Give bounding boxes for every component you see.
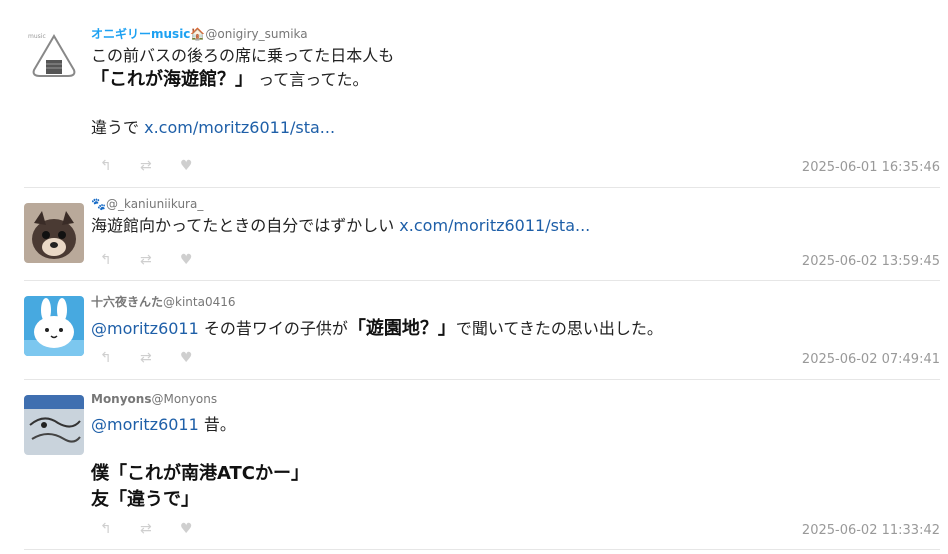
tweet-text-fragment: 海遊館向かってたときの自分ではずかしい xyxy=(91,216,400,235)
divider xyxy=(24,280,940,281)
tweet-text-fragment: 昔。 xyxy=(198,415,236,434)
tweet-header: 十六夜きんた@kinta0416 xyxy=(91,294,940,310)
tweet-actions: ↰ ⇄ ♥ xyxy=(100,252,220,268)
quote-line: 友「違うで」 xyxy=(91,489,199,510)
divider xyxy=(24,379,940,380)
tweet-header: オニギリーmusic🏠@onigiry_sumika xyxy=(91,26,940,42)
heart-icon[interactable]: ♥ xyxy=(180,521,193,537)
retweet-icon[interactable]: ⇄ xyxy=(140,521,152,537)
timestamp[interactable]: 2025-06-02 11:33:42 xyxy=(802,523,940,538)
avatar[interactable] xyxy=(24,395,84,455)
dog-avatar-image xyxy=(24,203,84,263)
avatar[interactable] xyxy=(24,296,84,356)
sketch-avatar-image xyxy=(24,395,84,455)
tweet-actions: ↰ ⇄ ♥ xyxy=(100,521,220,537)
tweet-item: 十六夜きんた@kinta0416 @moritz6011 その昔ワイの子供が「遊… xyxy=(24,294,940,374)
house-badge-icon: 🏠 xyxy=(190,27,206,41)
display-name[interactable]: オニギリーmusic xyxy=(91,27,190,41)
tweet-actions: ↰ ⇄ ♥ xyxy=(100,158,220,174)
tweet-item: Monyons@Monyons @moritz6011 昔。 僕「これが南港AT… xyxy=(24,391,940,546)
tweet-actions: ↰ ⇄ ♥ xyxy=(100,350,220,366)
retweet-icon[interactable]: ⇄ xyxy=(140,252,152,268)
tweet-line: この前バスの後ろの席に乗ってた日本人も xyxy=(91,46,395,65)
user-handle[interactable]: @onigiry_sumika xyxy=(205,27,307,41)
tweet-item: 🐾@_kaniuniikura_ 海遊館向かってたときの自分ではずかしい x.c… xyxy=(24,196,940,274)
tweet-text-fragment: その昔ワイの子供が xyxy=(198,319,348,338)
heart-icon[interactable]: ♥ xyxy=(180,350,193,366)
mention-link[interactable]: @moritz6011 xyxy=(91,415,199,434)
heart-icon[interactable]: ♥ xyxy=(180,158,193,174)
reply-icon[interactable]: ↰ xyxy=(100,158,112,174)
tweet-text: @moritz6011 昔。 僕「これが南港ATCかー」 友「違うで」 xyxy=(91,413,940,513)
tweet-text: この前バスの後ろの席に乗ってた日本人も 「これが海遊館？」 って言ってた。 違う… xyxy=(91,44,940,140)
avatar[interactable]: music xyxy=(24,26,84,86)
tweet-line: 「これが海遊館？」 って言ってた。 xyxy=(91,68,940,92)
user-handle[interactable]: @kinta0416 xyxy=(163,295,236,309)
tweet-text: 海遊館向かってたときの自分ではずかしい x.com/moritz6011/sta… xyxy=(91,214,940,238)
tweet-line: @moritz6011 昔。 xyxy=(91,413,940,437)
emphasized-text: 「遊園地？」 xyxy=(347,318,456,339)
tweet-link[interactable]: x.com/moritz6011/sta... xyxy=(399,216,590,235)
tweet-text-fragment: って言ってた。 xyxy=(258,70,369,89)
tweet-text-fragment: で聞いてきたの思い出した。 xyxy=(455,319,663,338)
quote-line: 僕「これが南港ATCかー」 xyxy=(91,463,310,484)
tweet-item: music オニギリーmusic🏠@onigiry_sumika この前バスの後… xyxy=(24,26,940,181)
tweet-header: 🐾@_kaniuniikura_ xyxy=(91,196,940,212)
tweet-text: @moritz6011 その昔ワイの子供が「遊園地？」で聞いてきたの思い出した。 xyxy=(91,317,940,341)
svg-text:music: music xyxy=(28,33,46,40)
tweet-link[interactable]: x.com/moritz6011/sta... xyxy=(144,118,335,137)
tweet-feed: music オニギリーmusic🏠@onigiry_sumika この前バスの後… xyxy=(0,0,948,554)
paw-badge-icon: 🐾 xyxy=(91,197,106,211)
timestamp[interactable]: 2025-06-02 13:59:45 xyxy=(802,254,940,269)
divider xyxy=(24,549,940,550)
display-name[interactable]: 十六夜きんた xyxy=(91,295,163,309)
timestamp[interactable]: 2025-06-02 07:49:41 xyxy=(802,352,940,367)
tweet-header: Monyons@Monyons xyxy=(91,391,940,407)
rabbit-avatar-image xyxy=(24,296,84,356)
retweet-icon[interactable]: ⇄ xyxy=(140,158,152,174)
heart-icon[interactable]: ♥ xyxy=(180,252,193,268)
emphasized-text: 「これが海遊館？」 xyxy=(91,69,253,90)
divider xyxy=(24,187,940,188)
onigiri-avatar-image: music xyxy=(24,26,84,86)
mention-link[interactable]: @moritz6011 xyxy=(91,319,199,338)
reply-icon[interactable]: ↰ xyxy=(100,252,112,268)
user-handle[interactable]: @Monyons xyxy=(151,392,217,406)
tweet-text-fragment: 違うで xyxy=(91,118,145,137)
retweet-icon[interactable]: ⇄ xyxy=(140,350,152,366)
user-handle[interactable]: @_kaniuniikura_ xyxy=(106,197,203,211)
timestamp[interactable]: 2025-06-01 16:35:46 xyxy=(802,160,940,175)
reply-icon[interactable]: ↰ xyxy=(100,521,112,537)
tweet-line: 違うで x.com/moritz6011/sta... xyxy=(91,116,940,140)
reply-icon[interactable]: ↰ xyxy=(100,350,112,366)
avatar[interactable] xyxy=(24,203,84,263)
display-name[interactable]: Monyons xyxy=(91,392,151,406)
